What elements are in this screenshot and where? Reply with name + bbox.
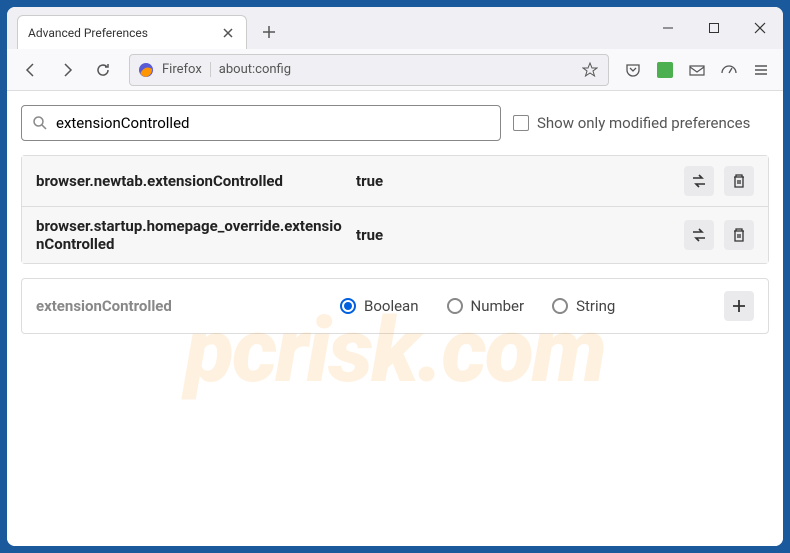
content-area: pcrisk.com Show only modified preference… [7,91,783,546]
mail-icon[interactable] [683,56,711,84]
radio-icon [552,298,568,314]
delete-button[interactable] [724,220,754,250]
search-icon [32,115,48,131]
window-controls [645,7,783,49]
checkbox-icon [513,115,529,131]
new-tab-button[interactable] [255,18,283,46]
url-text: about:config [219,62,572,77]
type-radio-group: Boolean Number String [340,297,700,315]
radio-label: Boolean [364,297,419,315]
add-button[interactable] [724,291,754,321]
pref-value: true [356,226,674,244]
radio-icon [340,298,356,314]
tab-title: Advanced Preferences [28,26,212,40]
checkbox-label: Show only modified preferences [537,114,750,132]
toggle-button[interactable] [684,220,714,250]
reload-button[interactable] [87,54,119,86]
toolbar: Firefox about:config [7,49,783,91]
firefox-icon [138,62,154,78]
site-identity: Firefox [162,62,211,77]
bookmark-star-icon[interactable] [580,60,600,80]
dashboard-icon[interactable] [715,56,743,84]
search-box [21,105,501,141]
browser-window: Advanced Preferences Firefox about:confi… [7,7,783,546]
browser-tab[interactable]: Advanced Preferences [17,15,247,49]
close-window-button[interactable] [737,7,783,49]
radio-boolean[interactable]: Boolean [340,297,419,315]
radio-label: String [576,297,615,315]
address-bar[interactable]: Firefox about:config [129,54,609,86]
minimize-button[interactable] [645,7,691,49]
pref-row: browser.newtab.extensionControlled true [22,156,768,207]
tab-bar: Advanced Preferences [7,7,783,49]
forward-button[interactable] [51,54,83,86]
new-pref-row: extensionControlled Boolean Number Strin… [21,278,769,334]
pref-value: true [356,172,674,190]
toggle-button[interactable] [684,166,714,196]
preferences-list: browser.newtab.extensionControlled true … [21,155,769,264]
radio-number[interactable]: Number [447,297,525,315]
search-row: Show only modified preferences [21,105,769,141]
new-pref-name: extensionControlled [36,297,316,315]
radio-icon [447,298,463,314]
pref-name: browser.startup.homepage_override.extens… [36,217,346,253]
close-tab-icon[interactable] [220,25,236,41]
back-button[interactable] [15,54,47,86]
show-modified-checkbox[interactable]: Show only modified preferences [513,114,750,132]
pref-row: browser.startup.homepage_override.extens… [22,207,768,263]
extension-icon[interactable] [651,56,679,84]
radio-string[interactable]: String [552,297,615,315]
pocket-icon[interactable] [619,56,647,84]
search-input[interactable] [56,114,490,132]
radio-label: Number [471,297,525,315]
maximize-button[interactable] [691,7,737,49]
pref-name: browser.newtab.extensionControlled [36,172,346,190]
delete-button[interactable] [724,166,754,196]
menu-button[interactable] [747,56,775,84]
